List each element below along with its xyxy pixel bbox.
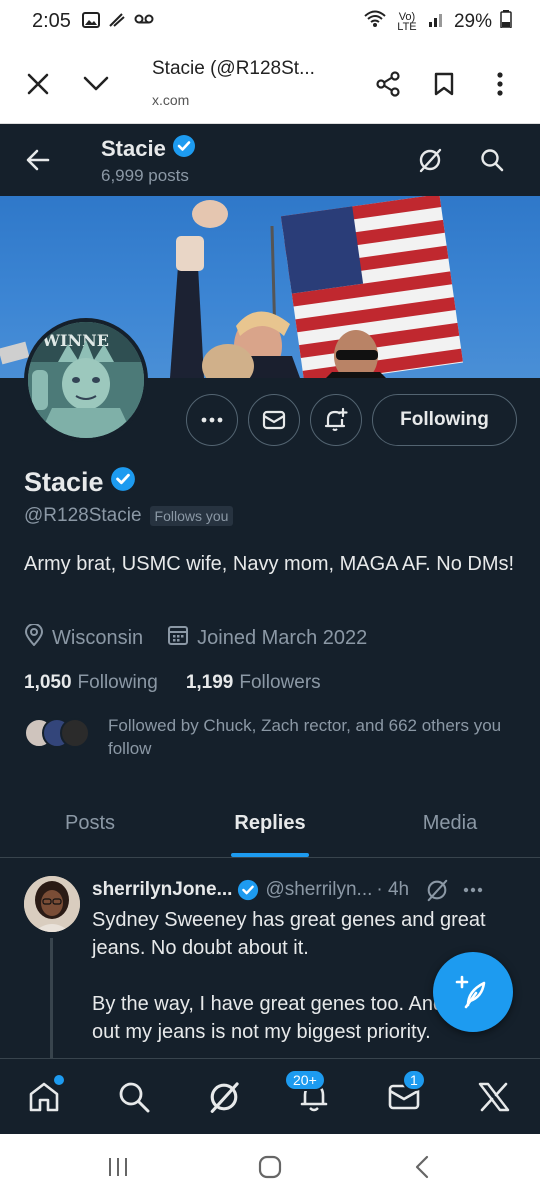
nav-search[interactable] — [112, 1075, 156, 1119]
following-label: Following — [77, 672, 158, 693]
verified-badge-icon — [172, 134, 196, 164]
followed-by-text: Followed by Chuck, Zach rector, and 662 … — [108, 716, 502, 758]
chevron-down-icon[interactable] — [76, 64, 116, 104]
profile-header: Stacie 6,999 posts — [0, 124, 540, 196]
message-button[interactable] — [248, 394, 300, 446]
header-name: Stacie — [101, 136, 166, 161]
page-title: Stacie (@R128St... — [152, 58, 315, 79]
feather-plus-icon — [455, 975, 486, 1009]
voicemail-icon — [134, 12, 154, 33]
profile-joined: Joined March 2022 — [197, 626, 368, 649]
thread-line — [50, 938, 53, 1058]
home-icon — [29, 1082, 59, 1112]
verified-badge-icon — [237, 879, 259, 901]
grok-icon — [210, 1082, 239, 1113]
more-horizontal-icon — [201, 417, 223, 423]
following-count: 1,050 — [24, 672, 72, 693]
bookmark-icon[interactable] — [424, 64, 464, 104]
tab-replies[interactable]: Replies — [180, 790, 360, 857]
profile-meta: Wisconsin Joined March 2022 — [24, 623, 391, 652]
recent-apps-icon[interactable] — [98, 1152, 138, 1182]
lte-label: Vo) LTE — [397, 11, 417, 33]
following-button[interactable]: Following — [372, 394, 517, 446]
followers-label: Followers — [239, 672, 321, 693]
profile-name: Stacie — [24, 467, 104, 497]
followed-by-avatars — [24, 718, 94, 748]
messages-badge: 1 — [402, 1069, 426, 1091]
tab-label: Posts — [64, 812, 116, 834]
more-options-button[interactable] — [186, 394, 238, 446]
search-icon[interactable] — [474, 142, 510, 178]
profile-bio: Army brat, USMC wife, Navy mom, MAGA AF.… — [24, 553, 515, 575]
compose-post-button[interactable] — [433, 952, 513, 1032]
avatar-text: WINNE — [41, 331, 109, 350]
status-time: 2:05 — [32, 10, 71, 32]
profile-location: Wisconsin — [52, 626, 144, 649]
home-button-icon[interactable] — [250, 1152, 290, 1182]
share-icon[interactable] — [368, 64, 408, 104]
nav-grok[interactable] — [202, 1075, 246, 1119]
grok-icon[interactable] — [425, 878, 449, 902]
gallery-icon — [82, 12, 100, 33]
follows-you-badge: Follows you — [149, 506, 234, 526]
profile-avatar[interactable]: WINNE — [24, 318, 148, 442]
avatar — [60, 718, 90, 748]
search-icon — [119, 1082, 150, 1113]
system-back-icon[interactable] — [402, 1152, 442, 1182]
tab-label: Replies — [234, 812, 306, 834]
nav-notifications[interactable]: 20+ — [284, 1069, 336, 1119]
tab-label: Media — [422, 812, 478, 834]
close-icon[interactable] — [18, 64, 58, 104]
nav-x-premium[interactable] — [472, 1075, 516, 1119]
more-horizontal-icon[interactable] — [463, 887, 483, 893]
browser-toolbar: Stacie (@R128St... x.com — [0, 46, 540, 124]
location-pin-icon — [24, 623, 44, 652]
signal-icon — [428, 11, 446, 33]
followers-count-link[interactable]: 1,199 Followers — [186, 672, 321, 694]
grok-icon[interactable] — [412, 142, 448, 178]
profile-handle: @R128Stacie — [24, 505, 142, 526]
posts-count: 6,999 posts — [101, 166, 189, 185]
nav-home[interactable] — [22, 1075, 66, 1119]
tab-media[interactable]: Media — [360, 790, 540, 857]
avatar[interactable] — [24, 876, 80, 932]
status-bar: 2:05 Vo) LTE 29% — [0, 0, 540, 46]
page-url: x.com — [152, 92, 190, 108]
wifi-icon — [364, 10, 386, 34]
system-nav-bar — [0, 1134, 540, 1200]
more-vertical-icon[interactable] — [480, 64, 520, 104]
active-tab-indicator — [231, 853, 309, 857]
back-arrow-icon[interactable] — [20, 142, 56, 178]
notifications-badge: 20+ — [284, 1069, 326, 1091]
bell-plus-icon — [324, 407, 348, 431]
envelope-icon — [262, 410, 286, 430]
battery-text: 29% — [453, 11, 492, 32]
tweet-author-name[interactable]: sherrilynJone... — [92, 879, 232, 901]
tweet-author-handle[interactable]: @sherrilyn... — [265, 879, 372, 901]
nav-messages[interactable]: 1 — [382, 1069, 426, 1119]
calendar-icon — [167, 624, 189, 652]
following-count-link[interactable]: 1,050 Following — [24, 672, 158, 694]
tab-posts[interactable]: Posts — [0, 790, 180, 857]
profile-tabs: Posts Replies Media — [0, 790, 540, 858]
wifi-calling-icon — [108, 12, 126, 33]
bottom-nav: 20+ 1 — [0, 1058, 540, 1134]
followers-count: 1,199 — [185, 672, 234, 693]
x-logo-icon — [478, 1082, 510, 1112]
verified-badge-icon — [110, 466, 136, 499]
home-unread-dot — [54, 1075, 64, 1085]
tweet-time[interactable]: · 4h — [376, 879, 409, 901]
battery-icon — [500, 10, 512, 34]
notifications-subscribe-button[interactable] — [310, 394, 362, 446]
